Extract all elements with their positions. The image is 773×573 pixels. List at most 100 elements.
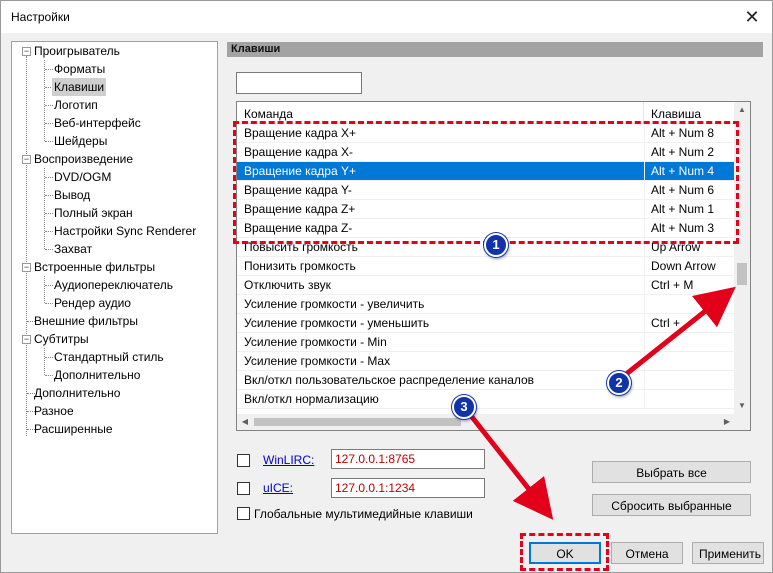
uice-checkbox[interactable]	[237, 482, 250, 495]
global-keys-checkbox[interactable]	[237, 507, 250, 520]
close-icon[interactable]: ✕	[740, 5, 764, 29]
cancel-button[interactable]: Отмена	[611, 542, 683, 564]
apply-button[interactable]: Применить	[692, 542, 764, 564]
table-rows: Вращение кадра X+ Alt + Num 8 Вращение кад…	[237, 124, 735, 409]
column-divider	[644, 200, 645, 219]
tree-item-subtitles[interactable]: Субтитры	[34, 330, 89, 348]
scroll-left-icon[interactable]: ◀	[237, 414, 253, 430]
table-row[interactable]: Вращение кадра X- Alt + Num 2	[237, 143, 735, 162]
tree-item-sync-renderer[interactable]: Настройки Sync Renderer	[54, 222, 196, 240]
column-divider	[644, 219, 645, 238]
table-row[interactable]: Вкл/откл пользовательское распределение …	[237, 371, 735, 390]
table-row[interactable]: Вращение кадра Z+ Alt + Num 1	[237, 200, 735, 219]
table-row[interactable]: Усиление громкости - уменьшить Ctrl +	[237, 314, 735, 333]
row-key: Ctrl + M	[651, 278, 694, 292]
scroll-thumb[interactable]	[737, 263, 747, 285]
tree-item-misc[interactable]: Разное	[34, 402, 74, 420]
tree-item-output[interactable]: Вывод	[54, 186, 90, 204]
column-header-key[interactable]: Клавиша	[644, 102, 735, 124]
row-key: Alt + Num 8	[651, 126, 715, 140]
row-key: Alt + Num 1	[651, 202, 715, 216]
uice-address-field[interactable]: 127.0.0.1:1234	[331, 478, 485, 498]
collapse-icon[interactable]: −	[22, 335, 31, 344]
uice-link[interactable]: uICE:	[263, 481, 293, 495]
table-row[interactable]: Усиление громкости - увеличить	[237, 295, 735, 314]
table-row[interactable]: Усиление громкости - Min	[237, 333, 735, 352]
table-row[interactable]: Усиление громкости - Max	[237, 352, 735, 371]
tree-item-audio-switcher[interactable]: Аудиопереключатель	[54, 276, 173, 294]
scroll-right-icon[interactable]: ▶	[719, 414, 735, 430]
row-command: Усиление громкости - Max	[244, 354, 391, 368]
row-command: Понизить громкость	[244, 259, 356, 273]
tree-item-shaders[interactable]: Шейдеры	[54, 132, 107, 150]
collapse-icon[interactable]: −	[22, 47, 31, 56]
row-command: Вращение кадра Y+	[244, 164, 356, 178]
tree-item-external-filters[interactable]: Внешние фильтры	[34, 312, 138, 330]
tree-item-player[interactable]: Проигрыватель	[34, 42, 120, 60]
row-key: Ctrl +	[651, 316, 681, 330]
tree-item-subtitles-advanced[interactable]: Дополнительно	[54, 366, 140, 384]
global-keys-label: Глобальные мультимедийные клавиши	[254, 507, 473, 521]
tree-item-audio-renderer[interactable]: Рендер аудио	[54, 294, 131, 312]
scroll-up-icon[interactable]: ▲	[734, 102, 750, 118]
filter-input[interactable]	[236, 72, 362, 94]
row-command: Отключить звук	[244, 278, 331, 292]
column-divider	[644, 124, 645, 143]
tree-item-default-style[interactable]: Стандартный стиль	[54, 348, 164, 366]
tree-item-web-interface[interactable]: Веб-интерфейс	[54, 114, 141, 132]
row-command: Повысить громкость	[244, 240, 358, 254]
vertical-scrollbar[interactable]: ▲ ▼	[734, 102, 750, 414]
column-divider	[644, 162, 645, 181]
column-divider	[644, 352, 645, 371]
reset-selected-button[interactable]: Сбросить выбранные	[592, 494, 751, 516]
column-divider	[644, 314, 645, 333]
panel-header: Клавиши	[227, 42, 763, 57]
tree-item-extended[interactable]: Расширенные	[34, 420, 113, 438]
table-row[interactable]: Вращение кадра X+ Alt + Num 8	[237, 124, 735, 143]
scroll-down-icon[interactable]: ▼	[734, 398, 750, 414]
tree-item-keys[interactable]: Клавиши	[52, 78, 107, 96]
column-divider	[644, 276, 645, 295]
settings-window: Настройки ✕ − − − − Проигрыватель Формат…	[0, 0, 773, 573]
select-all-button[interactable]: Выбрать все	[592, 461, 751, 483]
table-row[interactable]: Отключить звук Ctrl + M	[237, 276, 735, 295]
row-command: Вращение кадра X-	[244, 145, 353, 159]
table-row[interactable]: Понизить громкость Down Arrow	[237, 257, 735, 276]
collapse-icon[interactable]: −	[22, 155, 31, 164]
row-key: Alt + Num 4	[651, 164, 715, 178]
row-key: Up Arrow	[651, 240, 701, 254]
row-key: Down Arrow	[651, 259, 716, 273]
row-command: Усиление громкости - увеличить	[244, 297, 425, 311]
column-divider	[644, 371, 645, 390]
table-row[interactable]: Вкл/откл нормализацию	[237, 390, 735, 409]
tree-item-capture[interactable]: Захват	[54, 240, 92, 258]
row-command: Вращение кадра X+	[244, 126, 356, 140]
row-command: Вращение кадра Z+	[244, 202, 356, 216]
ok-button[interactable]: OK	[529, 542, 601, 564]
column-divider	[644, 295, 645, 314]
collapse-icon[interactable]: −	[22, 263, 31, 272]
row-key: Alt + Num 6	[651, 183, 715, 197]
winlirc-link[interactable]: WinLIRC:	[263, 453, 314, 467]
tree-item-internal-filters[interactable]: Встроенные фильтры	[34, 258, 155, 276]
horizontal-scrollbar[interactable]: ◀ ▶	[237, 414, 735, 430]
row-command: Вращение кадра Y-	[244, 183, 352, 197]
hscroll-thumb[interactable]	[254, 418, 461, 426]
table-header: Команда Клавиша	[237, 102, 735, 124]
window-title: Настройки	[11, 10, 70, 24]
row-command: Вкл/откл нормализацию	[244, 392, 379, 406]
tree-item-playback[interactable]: Воспроизведение	[34, 150, 133, 168]
tree-item-dvd-ogm[interactable]: DVD/OGM	[54, 168, 111, 186]
tree-item-formats[interactable]: Форматы	[54, 60, 105, 78]
table-row[interactable]: Вращение кадра Z- Alt + Num 3	[237, 219, 735, 238]
table-row[interactable]: Вращение кадра Y+ Alt + Num 4	[237, 162, 735, 181]
winlirc-address-field[interactable]: 127.0.0.1:8765	[331, 449, 485, 469]
panel-title: Клавиши	[231, 43, 281, 55]
tree-item-advanced[interactable]: Дополнительно	[34, 384, 120, 402]
column-header-command[interactable]: Команда	[237, 102, 644, 124]
tree-item-fullscreen[interactable]: Полный экран	[54, 204, 133, 222]
title-bar: Настройки ✕	[1, 1, 772, 33]
winlirc-checkbox[interactable]	[237, 454, 250, 467]
table-row[interactable]: Вращение кадра Y- Alt + Num 6	[237, 181, 735, 200]
tree-item-logo[interactable]: Логотип	[54, 96, 98, 114]
